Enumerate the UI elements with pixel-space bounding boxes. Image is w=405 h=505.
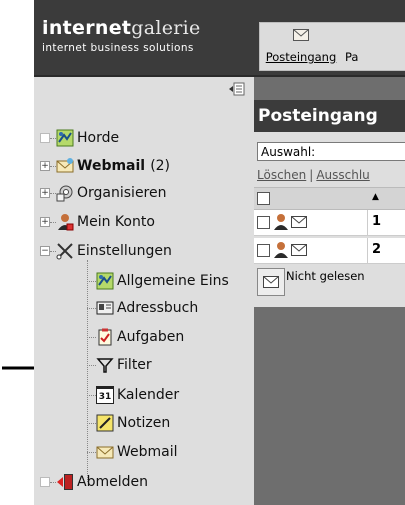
sidebar-item-allgemeine-einstellungen[interactable]: Allgemeine Eins (96, 270, 229, 292)
tree-expander (40, 477, 50, 487)
notes-icon (96, 414, 114, 432)
collapse-sidebar-icon[interactable] (229, 82, 245, 96)
sidebar: Horde + Webmail (2) + Organisieren + Mei… (34, 77, 254, 505)
inbox-button[interactable]: Posteingang (259, 22, 343, 71)
next-nav-button-label: Pa (345, 50, 359, 64)
legend-label: Nicht gelesen (286, 269, 365, 283)
account-icon (58, 214, 74, 231)
tree-expander (40, 133, 50, 143)
envelope-icon (293, 29, 309, 41)
sidebar-item-einstellungen[interactable]: Einstellungen (56, 240, 172, 262)
sidebar-item-label: Einstellungen (77, 243, 172, 259)
settings-icon (56, 243, 73, 260)
logo-tagline: internet business solutions (42, 42, 194, 54)
mail-icon (96, 446, 114, 459)
envelope-icon (291, 244, 307, 256)
app-window: internetgalerie internet business soluti… (34, 0, 405, 505)
unread-envelope-icon (257, 268, 285, 296)
message-list-area: Auswahl: Löschen | Ausschlu ▲ 1 2 Nicht … (254, 132, 405, 307)
sidebar-item-horde[interactable]: Horde (56, 127, 119, 149)
sidebar-item-adressbuch[interactable]: Adressbuch (96, 297, 198, 319)
horde-icon (56, 129, 74, 147)
action-separator: | (309, 168, 314, 182)
sidebar-item-webmail[interactable]: Webmail (2) (56, 155, 170, 177)
sidebar-item-aufgaben[interactable]: Aufgaben (96, 326, 184, 348)
header-bar: internetgalerie internet business soluti… (34, 0, 405, 77)
message-checkbox[interactable] (257, 244, 270, 257)
delete-link[interactable]: Löschen (257, 168, 306, 182)
sidebar-item-label: Webmail (117, 444, 178, 460)
sidebar-item-organisieren[interactable]: Organisieren (56, 182, 167, 204)
sidebar-item-filter[interactable]: Filter (96, 354, 152, 376)
sidebar-item-label: Webmail (77, 158, 146, 174)
addressbook-icon (96, 301, 114, 315)
logo: internetgalerie (42, 17, 201, 39)
message-checkbox[interactable] (257, 216, 270, 229)
mail-icon (56, 158, 74, 173)
tree-expander[interactable]: − (40, 246, 50, 256)
filter-icon (96, 358, 114, 373)
tasks-icon (98, 328, 112, 346)
message-row[interactable]: 1 (254, 210, 405, 236)
unread-count: (2) (150, 158, 171, 174)
calendar-icon: 31 (96, 386, 114, 404)
tree-expander[interactable]: + (40, 161, 50, 171)
sidebar-item-label: Adressbuch (117, 300, 199, 316)
sidebar-item-label: Mein Konto (77, 214, 155, 230)
selection-dropdown[interactable]: Auswahl: (257, 142, 405, 161)
inbox-button-label: Posteingang (265, 50, 337, 64)
sidebar-item-label: Organisieren (77, 185, 167, 201)
sidebar-item-label: Horde (77, 130, 120, 146)
message-row[interactable]: 2 (254, 238, 405, 264)
sidebar-item-label: Filter (117, 357, 152, 373)
envelope-icon (291, 216, 307, 228)
next-nav-button[interactable]: Pa (341, 22, 405, 71)
sidebar-item-label: Aufgaben (117, 329, 185, 345)
page-title: Posteingang (254, 100, 405, 132)
sidebar-item-label: Allgemeine Eins (117, 273, 229, 289)
sender-icon (274, 214, 288, 230)
sidebar-item-kalender[interactable]: 31 Kalender (96, 384, 179, 406)
sidebar-item-label: Kalender (117, 387, 180, 403)
sidebar-item-label: Abmelden (77, 474, 148, 490)
message-actions: Löschen | Ausschlu (257, 168, 370, 182)
sidebar-item-label: Notizen (117, 415, 171, 431)
cut-link[interactable]: Ausschlu (316, 168, 369, 182)
message-list-header: ▲ (254, 187, 405, 210)
tree-expander[interactable]: + (40, 217, 50, 227)
organize-icon (56, 185, 73, 202)
message-number: 2 (372, 242, 382, 257)
sender-icon (274, 242, 288, 258)
sidebar-item-mein-konto[interactable]: Mein Konto (56, 211, 155, 233)
sidebar-item-webmail-settings[interactable]: Webmail (96, 441, 178, 463)
horde-icon (96, 272, 114, 290)
sidebar-item-notizen[interactable]: Notizen (96, 412, 170, 434)
logout-icon (57, 474, 73, 490)
sidebar-item-abmelden[interactable]: Abmelden (56, 471, 148, 493)
message-number: 1 (372, 214, 382, 229)
sort-arrow-icon[interactable]: ▲ (372, 192, 379, 202)
tree-expander[interactable]: + (40, 188, 50, 198)
select-all-checkbox[interactable] (257, 192, 270, 205)
mailbox-panel: Posteingang Auswahl: Löschen | Ausschlu ▲ (254, 100, 405, 505)
